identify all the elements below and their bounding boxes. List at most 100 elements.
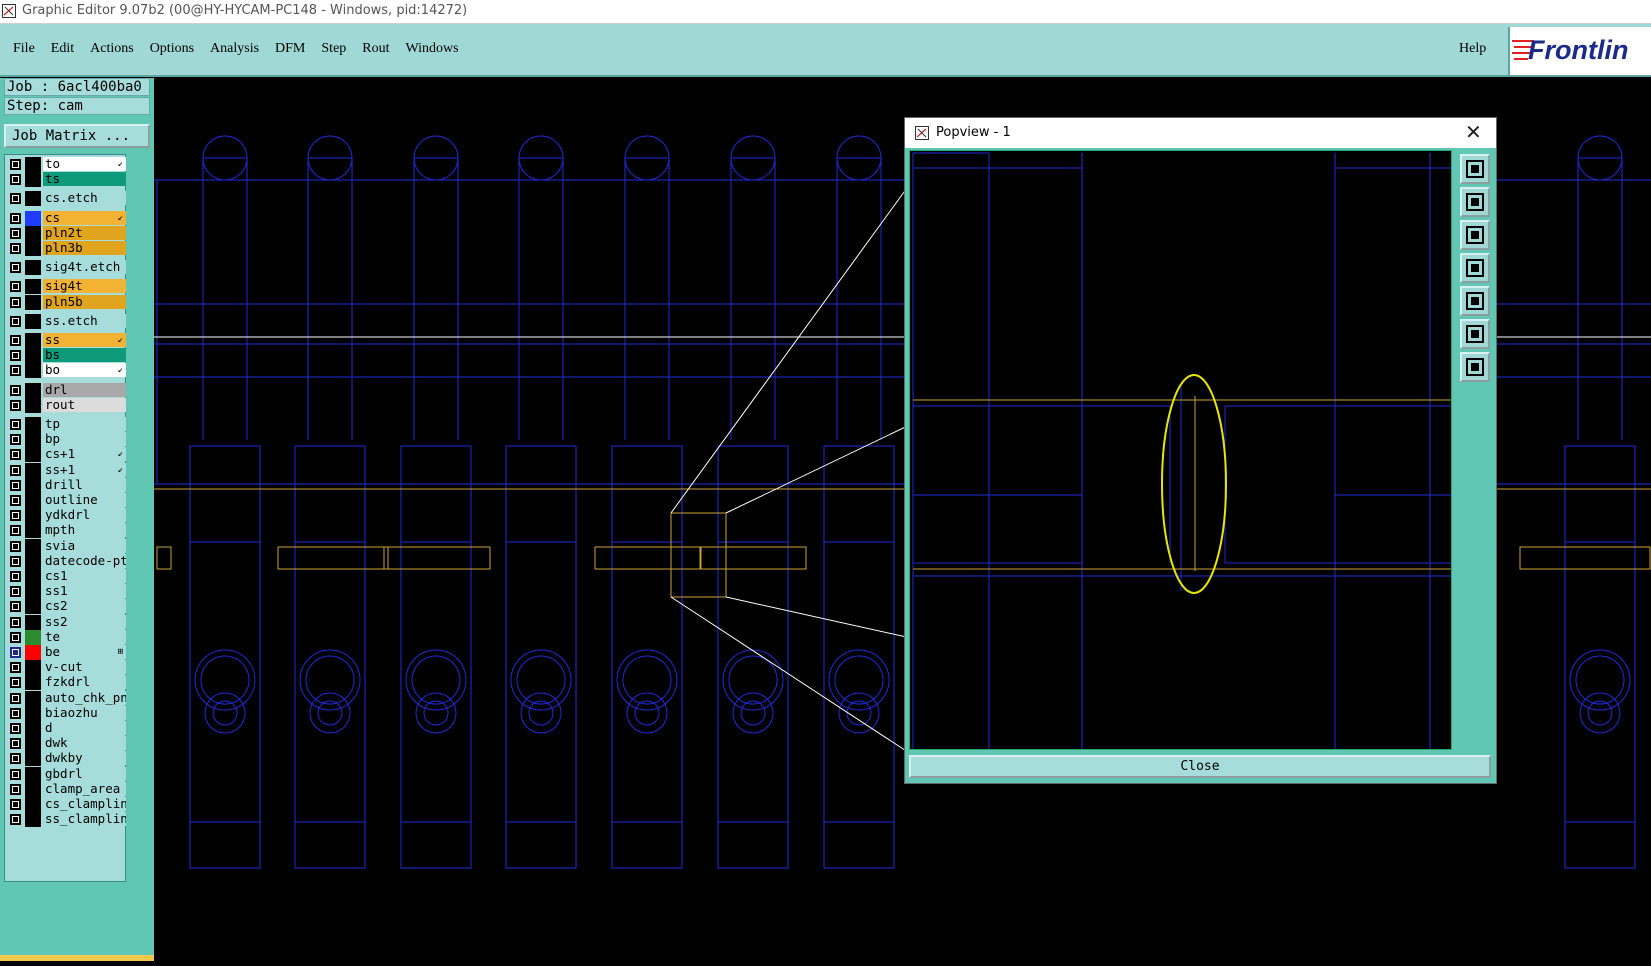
menu-analysis[interactable]: Analysis [210,41,259,57]
layer-color-swatch[interactable] [25,462,41,478]
layer-color-swatch[interactable] [25,279,41,295]
layer-row-gbdrl[interactable]: gbdrl [5,766,126,782]
layer-color-swatch[interactable] [25,690,41,706]
layer-row-clamp_area[interactable]: clamp_area [5,781,126,797]
layer-row-ss+1[interactable]: ss+1 ↙ [5,462,126,478]
layer-name[interactable]: be ⊞ [43,645,126,659]
layer-name[interactable]: cs+1 ↙ [43,447,126,462]
layer-color-swatch[interactable] [25,751,41,767]
layer-row-cs.etch[interactable]: cs.etch [5,191,126,207]
layer-color-swatch[interactable] [25,736,41,752]
layer-row-bo[interactable]: bo ↙ [5,363,126,379]
layer-name[interactable]: svia [43,538,126,553]
layer-row-be[interactable]: be ⊞ [5,645,126,660]
layer-row-cs2[interactable]: cs2 [5,599,126,615]
layer-color-swatch[interactable] [25,705,41,721]
layer-checkbox[interactable] [10,350,21,362]
layer-checkbox[interactable] [10,159,21,170]
layer-checkbox[interactable] [10,707,21,719]
layer-name[interactable]: bp [43,432,126,447]
layer-color-swatch[interactable] [25,797,41,812]
layer-name[interactable]: dwkby [43,751,126,766]
layer-checkbox[interactable] [10,510,21,522]
pan-up-icon[interactable] [1460,187,1490,217]
layer-row-sig4t.etch[interactable]: sig4t.etch [5,260,126,276]
layer-name[interactable]: clamp_area [43,781,126,796]
layer-color-swatch[interactable] [25,417,41,432]
layer-name[interactable]: v-cut [43,660,126,675]
layer-row-drill[interactable]: drill [5,477,126,493]
layer-checkbox[interactable] [10,399,21,411]
layer-color-swatch[interactable] [25,508,41,524]
layer-checkbox[interactable] [10,495,21,506]
layer-checkbox[interactable] [10,464,21,476]
layer-color-swatch[interactable] [25,629,41,645]
layer-color-swatch[interactable] [25,382,41,398]
layer-checkbox[interactable] [10,365,21,377]
menu-rout[interactable]: Rout [362,41,389,57]
layer-row-pln3b[interactable]: pln3b [5,241,126,256]
layer-name[interactable]: ss.etch [43,313,126,328]
layer-name[interactable]: te [43,629,126,644]
layer-color-swatch[interactable] [25,397,41,413]
menu-help[interactable]: Help [1459,41,1486,57]
layer-name[interactable]: pln5b [43,294,126,309]
layer-name[interactable]: ss2 [43,614,126,629]
layer-checkbox[interactable] [10,193,21,205]
layer-name[interactable]: sig4t.etch [43,260,126,275]
layer-row-ts[interactable]: ts [5,172,126,188]
layer-color-swatch[interactable] [25,333,41,348]
layer-name[interactable]: ydkdrl [43,508,126,523]
layer-name[interactable]: fzkdrl [43,675,126,690]
layer-checkbox[interactable] [10,799,21,810]
layer-row-to[interactable]: to ↙ [5,157,126,172]
layer-checkbox[interactable] [10,419,21,430]
layer-row-ss1[interactable]: ss1 [5,584,126,600]
layer-row-cs1[interactable]: cs1 [5,569,126,584]
layer-row-ss.etch[interactable]: ss.etch [5,313,126,329]
layer-name[interactable]: ss_clampline [43,812,126,827]
layer-row-biaozhu[interactable]: biaozhu [5,705,126,721]
layer-row-bp[interactable]: bp [5,432,126,448]
zoom-in-icon[interactable] [1460,352,1490,382]
menu-actions[interactable]: Actions [90,41,134,57]
layer-color-swatch[interactable] [25,493,41,508]
layer-color-swatch[interactable] [25,157,41,172]
layer-checkbox[interactable] [10,174,21,186]
layer-name[interactable]: rout [43,397,126,412]
zoom-fit-icon[interactable] [1460,154,1490,184]
layer-checkbox[interactable] [10,243,21,254]
layer-name[interactable]: bs [43,348,126,363]
layer-color-swatch[interactable] [25,569,41,584]
layer-checkbox[interactable] [10,434,21,446]
layer-row-pln2t[interactable]: pln2t [5,225,126,241]
layer-checkbox[interactable] [10,783,21,795]
layer-name[interactable]: biaozhu [43,705,126,720]
close-icon[interactable]: ✕ [1465,120,1482,144]
layer-checkbox[interactable] [10,335,21,346]
layer-name[interactable]: to ↙ [43,157,126,171]
layer-color-swatch[interactable] [25,260,41,276]
layer-checkbox[interactable] [10,555,21,567]
menu-file[interactable]: File [13,41,35,57]
menu-step[interactable]: Step [321,41,346,57]
layer-name[interactable]: outline [43,493,126,507]
layer-name[interactable]: datecode-pto [43,553,126,568]
close-button[interactable]: Close [909,755,1491,778]
layer-row-sig4t[interactable]: sig4t [5,279,126,295]
layer-name[interactable]: drill [43,477,126,492]
layer-row-te[interactable]: te [5,629,126,645]
layer-color-swatch[interactable] [25,294,41,310]
menu-windows[interactable]: Windows [406,41,459,57]
layer-row-dwk[interactable]: dwk [5,736,126,752]
layer-name[interactable]: cs ↙ [43,210,126,225]
layer-name[interactable]: ts [43,172,126,187]
layer-name[interactable]: d [43,721,126,735]
layer-row-fzkdrl[interactable]: fzkdrl [5,675,126,691]
layer-checkbox[interactable] [10,262,21,274]
layer-color-swatch[interactable] [25,766,41,782]
layer-color-swatch[interactable] [25,721,41,736]
layer-name[interactable]: ss1 [43,584,126,599]
layer-color-swatch[interactable] [25,660,41,676]
layer-checkbox[interactable] [10,677,21,689]
